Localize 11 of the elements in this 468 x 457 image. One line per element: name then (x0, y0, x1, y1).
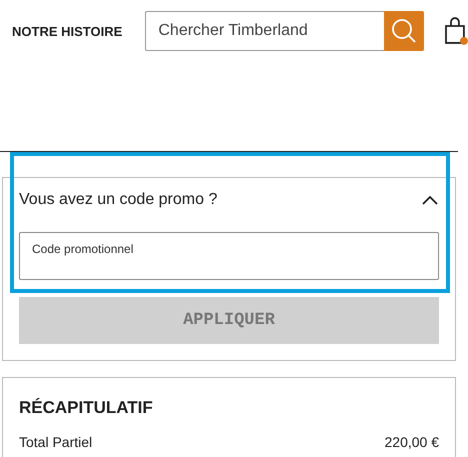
row-label: Total Partiel (19, 434, 92, 450)
summary-title: RÉCAPITULATIF (19, 398, 154, 418)
promo-title: Vous avez un code promo ? (19, 191, 218, 209)
search-icon (391, 18, 418, 44)
promo-code-field[interactable]: Code promotionnel (19, 232, 439, 280)
row-value: 220,00 € (384, 434, 439, 450)
search-button[interactable] (384, 11, 424, 51)
nav-link[interactable]: NOTRE HISTOIRE (12, 24, 146, 38)
shopping-bag-icon[interactable] (444, 17, 468, 45)
search-field[interactable]: Chercher Timberland (145, 11, 384, 51)
chevron-icon[interactable] (421, 194, 439, 206)
